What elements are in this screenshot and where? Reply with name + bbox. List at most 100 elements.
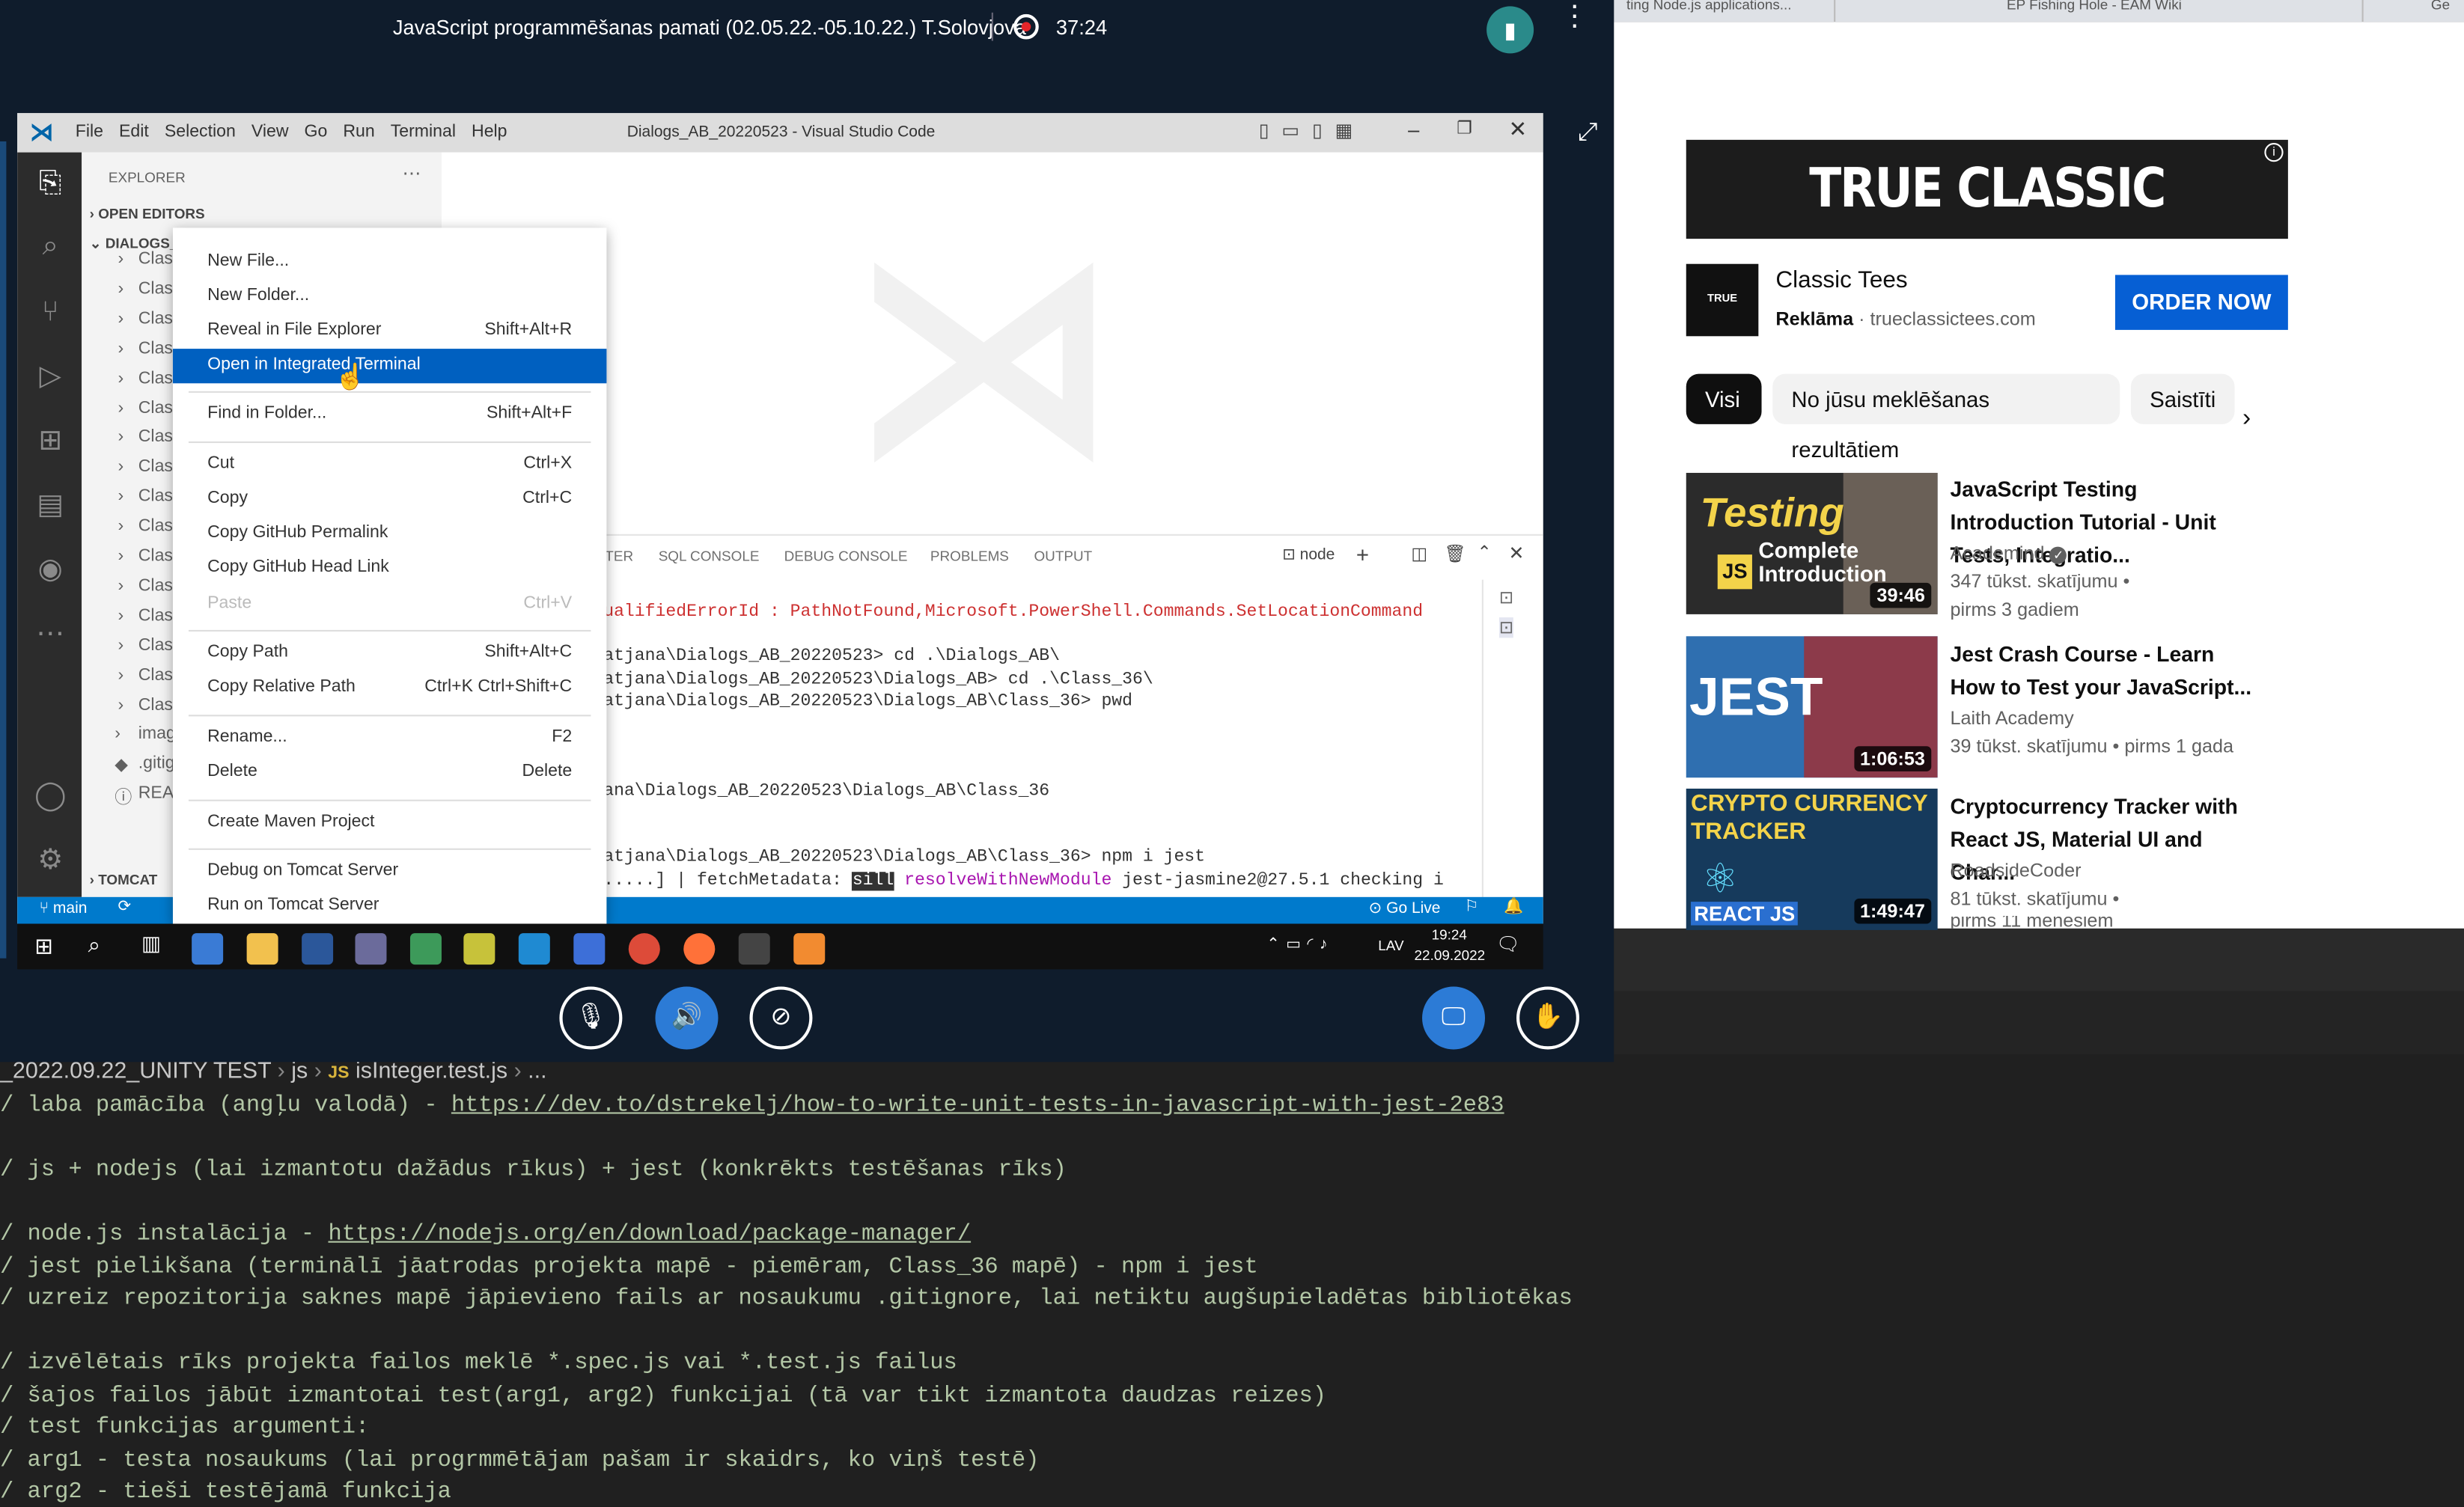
chip-all[interactable]: Visi: [1686, 373, 1762, 424]
search-icon[interactable]: ⌕: [88, 932, 100, 959]
clock-date[interactable]: 22.09.2022: [1415, 947, 1486, 963]
go-live-button[interactable]: ⊙ Go Live: [1369, 900, 1441, 917]
source-control-icon[interactable]: ⑂: [31, 293, 69, 330]
maximize-panel-icon[interactable]: ⌃: [1478, 542, 1492, 562]
split-terminal-icon[interactable]: ◫: [1411, 543, 1427, 564]
menu-item-open-in-integrated-terminal[interactable]: Open in Integrated Terminal: [172, 349, 607, 384]
firefox-icon[interactable]: [683, 933, 716, 965]
app-icon[interactable]: [192, 933, 224, 965]
browser-tab[interactable]: ting Node.js applications...: [1626, 0, 1792, 13]
explorer-icon[interactable]: ⎘: [31, 163, 69, 201]
app-icon[interactable]: [355, 933, 387, 965]
word-icon[interactable]: [302, 933, 334, 965]
sync-icon[interactable]: ⟳: [118, 899, 131, 916]
search-icon[interactable]: ⌕: [31, 226, 69, 263]
share-screen-button[interactable]: 🖵: [1422, 986, 1486, 1050]
breadcrumb-folder[interactable]: _2022.09.22_UNITY TEST: [0, 1059, 271, 1084]
layout-icons[interactable]: ▯▭▯▦: [1259, 120, 1366, 141]
settings-gear-icon[interactable]: ⚙: [31, 840, 69, 878]
menu-selection[interactable]: Selection: [165, 123, 236, 141]
tab-debug-console[interactable]: DEBUG CONSOLE: [784, 548, 908, 564]
run-debug-icon[interactable]: ▷: [31, 357, 69, 394]
minimize-icon[interactable]: –: [1408, 117, 1419, 141]
code-link[interactable]: https://dev.to/dstrekelj/how-to-write-un…: [451, 1093, 1504, 1119]
terminal-select[interactable]: ⊡ node: [1282, 547, 1335, 564]
account-icon[interactable]: ◯: [31, 776, 69, 813]
restore-icon[interactable]: ❐: [1457, 117, 1472, 138]
camera-off-button[interactable]: ⊘: [749, 986, 813, 1050]
code-link[interactable]: https://nodejs.org/en/download/package-m…: [328, 1222, 971, 1247]
menu-item-copy-path[interactable]: Copy Path Shift+Alt+C: [173, 636, 606, 670]
close-icon[interactable]: ✕: [1509, 116, 1528, 143]
language-indicator[interactable]: LAV: [1378, 938, 1403, 953]
ad-banner[interactable]: TRUE CLASSIC i: [1686, 139, 2288, 239]
fullscreen-icon[interactable]: ⤢: [1578, 120, 1598, 148]
menu-item-copy-relative-path[interactable]: Copy Relative Path Ctrl+K Ctrl+Shift+C: [173, 670, 606, 705]
menu-item-reveal-in-file-explorer[interactable]: Reveal in File Explorer Shift+Alt+R: [173, 314, 606, 349]
menu-item-cut[interactable]: Cut Ctrl+X: [173, 447, 606, 482]
menu-item-copy[interactable]: Copy Ctrl+C: [173, 483, 606, 517]
breadcrumb-file[interactable]: isInteger.test.js: [356, 1059, 507, 1084]
info-icon[interactable]: i: [2264, 143, 2284, 162]
speaker-button[interactable]: 🔊: [655, 986, 719, 1050]
menu-run[interactable]: Run: [343, 123, 374, 141]
video-title[interactable]: Jest Crash Course - Learn How to Test yo…: [1950, 638, 2264, 703]
windows-start-icon[interactable]: ⊞: [34, 933, 53, 960]
menu-go[interactable]: Go: [305, 123, 328, 141]
new-terminal-icon[interactable]: +: [1356, 542, 1369, 567]
app-icon[interactable]: [409, 933, 442, 965]
terminal-instance-icon[interactable]: ⊡: [1499, 587, 1513, 608]
terminal-instance-icon[interactable]: ⊡: [1498, 617, 1514, 638]
order-now-button[interactable]: ORDER NOW: [2114, 275, 2288, 330]
code-editor[interactable]: / laba pamācība (angļu valodā) - https:/…: [0, 1093, 2464, 1506]
chevron-right-icon[interactable]: ›: [2242, 406, 2251, 434]
feedback-icon[interactable]: ⚐: [1465, 899, 1479, 916]
extensions-icon[interactable]: ⊞: [31, 421, 69, 459]
notification-icon[interactable]: 🗨: [1496, 933, 1520, 955]
menu-item-run-on-tomcat-server[interactable]: Run on Tomcat Server: [173, 889, 606, 923]
menu-view[interactable]: View: [251, 123, 289, 141]
tab-sql-console[interactable]: SQL CONSOLE: [659, 548, 760, 564]
menu-item-create-maven-project[interactable]: Create Maven Project: [173, 806, 606, 840]
menu-item-new-file[interactable]: New File...: [173, 245, 606, 280]
mute-microphone-button[interactable]: 🎙: [559, 986, 623, 1050]
open-editors-section[interactable]: › OPEN EDITORS: [90, 206, 205, 221]
notebook-icon[interactable]: ▤: [31, 486, 69, 523]
app-icon[interactable]: [463, 933, 495, 965]
clock-time[interactable]: 19:24: [1432, 927, 1467, 943]
settings-gear-icon[interactable]: [738, 933, 770, 965]
chip-related[interactable]: Saistīti: [2130, 373, 2235, 424]
menu-item-copy-github-permalink[interactable]: Copy GitHub Permalink: [173, 517, 606, 551]
trash-icon[interactable]: 🗑: [1444, 543, 1466, 564]
chip-from-search[interactable]: No jūsu meklēšanas rezultātiem: [1772, 373, 2120, 462]
video-thumbnail[interactable]: JEST 1:06:53: [1686, 636, 1938, 778]
tab-output[interactable]: OUTPUT: [1034, 548, 1092, 564]
terminal-output[interactable]: ualifiedErrorId : PathNotFound,Microsoft…: [603, 603, 1483, 902]
breadcrumb-js[interactable]: js: [291, 1059, 308, 1084]
menu-item-find-in-folder[interactable]: Find in Folder... Shift+Alt+F: [173, 397, 606, 432]
menu-item-paste[interactable]: Paste Ctrl+V: [173, 587, 606, 622]
menu-item-debug-on-tomcat-server[interactable]: Debug on Tomcat Server: [173, 855, 606, 889]
video-thumbnail[interactable]: CRYPTO CURRENCY TRACKER ⚛ REACT JS 1:49:…: [1686, 788, 1938, 930]
tray-icons[interactable]: ⌃▭◜♪: [1266, 936, 1334, 953]
menu-item-new-folder[interactable]: New Folder...: [173, 280, 606, 314]
task-view-icon[interactable]: ▥: [141, 932, 161, 957]
raise-hand-button[interactable]: ✋: [1516, 986, 1579, 1050]
menu-help[interactable]: Help: [472, 123, 507, 141]
close-panel-icon[interactable]: ✕: [1509, 542, 1525, 563]
more-icon[interactable]: ⋯: [31, 614, 69, 652]
browser-tab[interactable]: Ge: [2431, 0, 2450, 13]
bell-icon[interactable]: 🔔: [1504, 899, 1523, 916]
menu-file[interactable]: File: [76, 123, 103, 141]
github-icon[interactable]: ◉: [31, 550, 69, 587]
menu-edit[interactable]: Edit: [119, 123, 149, 141]
branch-indicator[interactable]: ⑂ main: [39, 900, 87, 917]
more-options-icon[interactable]: ⋮: [1561, 1, 1589, 30]
menu-item-rename[interactable]: Rename... F2: [173, 721, 606, 756]
app-icon[interactable]: [793, 933, 826, 965]
folder-icon[interactable]: [246, 933, 278, 965]
video-channel[interactable]: RoadsideCoder: [1950, 859, 2081, 881]
tab-problems[interactable]: PROBLEMS: [930, 548, 1009, 564]
menu-item-copy-github-head-link[interactable]: Copy GitHub Head Link: [173, 551, 606, 586]
signal-strength-icon[interactable]: ▮: [1486, 6, 1534, 54]
